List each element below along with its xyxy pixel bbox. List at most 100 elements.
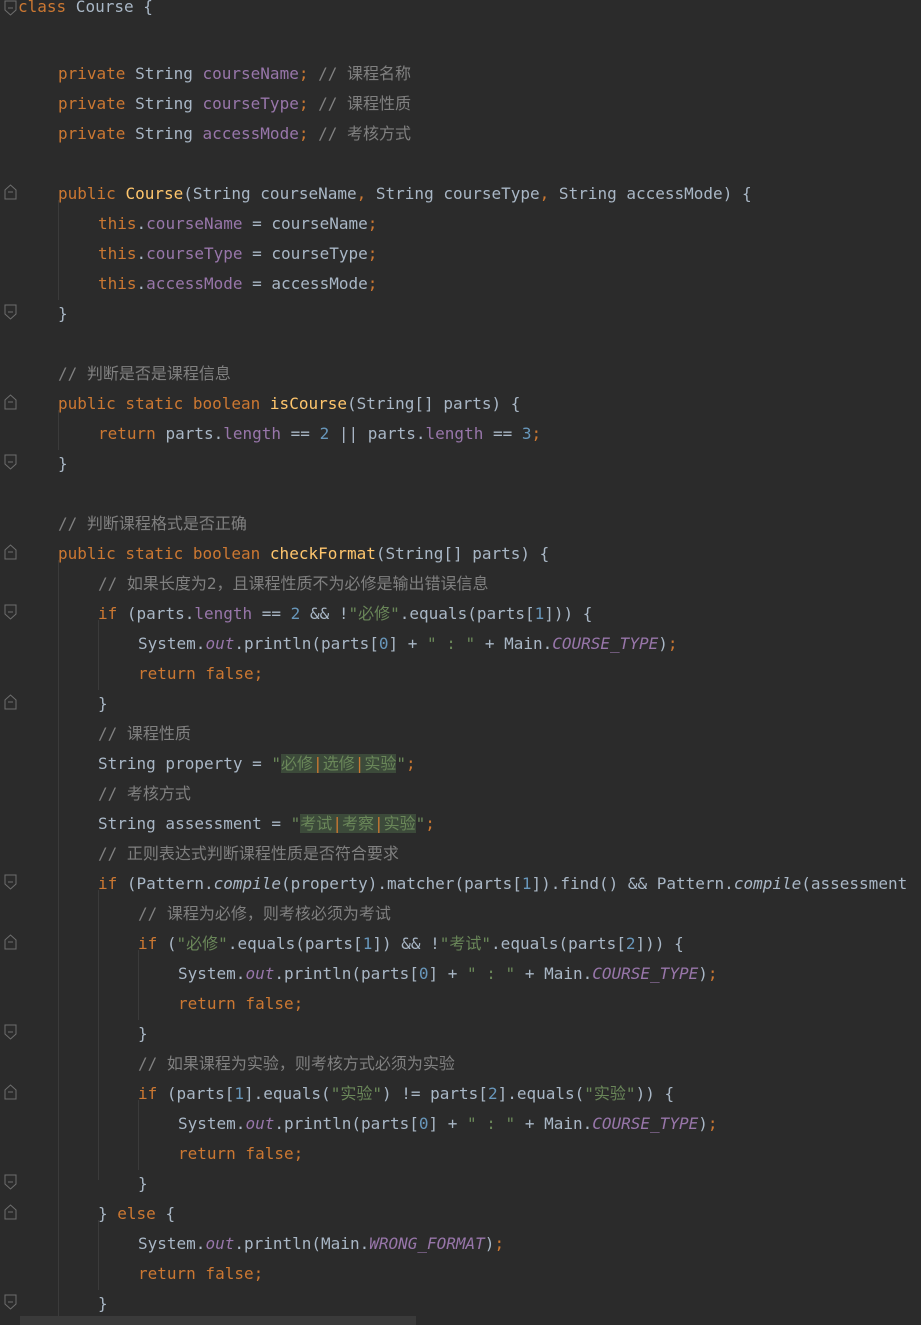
code-token: (Pattern. <box>126 874 214 893</box>
code-line[interactable]: // 如果长度为2，且课程性质不为必修是输出错误信息 <box>98 575 489 605</box>
fold-marker-icon[interactable] <box>4 184 17 200</box>
code-line[interactable]: public Course(String courseName, String … <box>58 185 752 215</box>
fold-marker-icon[interactable] <box>4 1204 17 1220</box>
code-line[interactable]: return false; <box>138 1265 263 1295</box>
code-line[interactable]: return parts.length == 2 || parts.length… <box>98 425 541 455</box>
code-token: 选修 <box>322 754 355 773</box>
indent-guide <box>98 1220 99 1290</box>
code-token: COURSE_TYPE <box>592 964 699 983</box>
code-token: " : " <box>467 964 516 983</box>
code-line[interactable]: System.out.println(parts[0] + " : " + Ma… <box>178 965 718 995</box>
code-line[interactable]: } <box>138 1025 148 1055</box>
code-line[interactable]: // 课程为必修，则考核必须为考试 <box>138 905 391 935</box>
horizontal-scrollbar[interactable] <box>20 1316 416 1325</box>
code-token: { <box>165 1204 176 1223</box>
code-token: return false; <box>138 1264 264 1283</box>
code-line[interactable]: private String courseType; // 课程性质 <box>58 95 411 125</box>
fold-marker-icon[interactable] <box>4 1024 17 1040</box>
code-line[interactable]: public static boolean isCourse(String[] … <box>58 395 520 425</box>
code-token: ; <box>425 814 435 833</box>
code-line[interactable]: // 判断是否是课程信息 <box>58 365 231 395</box>
code-line[interactable]: System.out.println(parts[0] + " : " + Ma… <box>138 635 678 665</box>
code-token: " <box>271 754 282 773</box>
code-token: this <box>98 214 137 233</box>
code-line[interactable]: // 判断课程格式是否正确 <box>58 515 247 545</box>
code-token: public static boolean <box>58 544 270 563</box>
code-token: | <box>313 754 323 773</box>
code-token: 1 <box>534 604 545 623</box>
fold-marker-icon[interactable] <box>4 394 17 410</box>
code-line[interactable]: return false; <box>178 995 303 1025</box>
code-token: System. <box>178 1114 246 1133</box>
code-token: courseName <box>202 64 299 83</box>
code-line[interactable]: class Course { <box>18 0 153 28</box>
code-token: . <box>136 244 147 263</box>
indent-guide <box>58 410 59 450</box>
code-token: "实验" <box>330 1084 382 1103</box>
code-token: private <box>58 64 136 83</box>
code-token: // 课程名称 <box>308 64 412 83</box>
code-line[interactable]: return false; <box>138 665 263 695</box>
code-line[interactable]: if (parts[1].equals("实验") != parts[2].eq… <box>138 1085 674 1115</box>
fold-marker-icon[interactable] <box>4 1084 17 1100</box>
fold-marker-icon[interactable] <box>4 874 17 890</box>
indent-guide <box>58 200 59 300</box>
code-line[interactable]: } else { <box>98 1205 175 1235</box>
code-token: 实验 <box>364 754 397 773</box>
code-line[interactable]: } <box>58 455 68 485</box>
code-line[interactable]: if (parts.length == 2 && !"必修".equals(pa… <box>98 605 592 635</box>
fold-marker-icon[interactable] <box>4 1294 17 1310</box>
fold-marker-icon[interactable] <box>4 0 17 16</box>
code-line[interactable]: public static boolean checkFormat(String… <box>58 545 549 575</box>
code-line[interactable]: } <box>138 1175 148 1205</box>
fold-marker-icon[interactable] <box>4 304 17 320</box>
fold-marker-icon[interactable] <box>4 604 17 620</box>
code-line[interactable]: // 如果课程为实验，则考核方式必须为实验 <box>138 1055 455 1085</box>
code-token: | <box>332 814 342 833</box>
code-token: } <box>98 694 108 713</box>
fold-marker-icon[interactable] <box>4 1174 17 1190</box>
code-token: 2 <box>487 1084 498 1103</box>
code-token: ) <box>658 634 668 653</box>
code-token: " <box>415 814 426 833</box>
code-line[interactable]: String property = "必修|选修|实验"; <box>98 754 416 785</box>
code-token: checkFormat <box>269 544 376 563</box>
code-token: 1 <box>521 874 532 893</box>
code-token: out <box>245 964 275 983</box>
fold-marker-icon[interactable] <box>4 694 17 710</box>
code-line[interactable]: private String accessMode; // 考核方式 <box>58 125 411 155</box>
code-token: System. <box>138 1234 206 1253</box>
code-line[interactable]: // 课程性质 <box>98 725 191 755</box>
code-line[interactable]: return false; <box>178 1145 303 1175</box>
code-token: out <box>245 1114 275 1133</box>
code-token: 必修 <box>281 754 314 773</box>
code-line[interactable]: } <box>58 305 68 335</box>
code-line[interactable]: // 考核方式 <box>98 785 191 815</box>
code-line[interactable]: } <box>98 695 108 725</box>
code-editor[interactable]: class Course { private String courseName;… <box>0 0 921 1325</box>
code-line[interactable]: this.courseName = courseName; <box>98 215 377 245</box>
code-line[interactable]: System.out.println(Main.WRONG_FORMAT); <box>138 1235 504 1265</box>
code-token: ( <box>166 934 177 953</box>
code-token: "考试" <box>439 934 492 953</box>
code-line[interactable]: this.courseType = courseType; <box>98 245 377 275</box>
code-line[interactable]: // 正则表达式判断课程性质是否符合要求 <box>98 845 399 875</box>
code-line[interactable]: if (Pattern.compile(property).matcher(pa… <box>98 875 907 905</box>
code-line[interactable]: String assessment = "考试|考察|实验"; <box>98 814 435 845</box>
code-line[interactable]: this.accessMode = accessMode; <box>98 275 377 305</box>
code-token: accessMode <box>202 124 299 143</box>
code-token: || parts. <box>329 424 426 443</box>
code-line[interactable]: private String courseName; // 课程名称 <box>58 65 411 95</box>
fold-marker-icon[interactable] <box>4 934 17 950</box>
fold-marker-icon[interactable] <box>4 544 17 560</box>
code-token: + Main. <box>515 1114 593 1133</box>
code-token: 1 <box>362 934 373 953</box>
code-token: return <box>98 424 166 443</box>
code-token: , <box>539 184 550 203</box>
code-line[interactable]: if ("必修".equals(parts[1]) && !"考试".equal… <box>138 935 684 965</box>
code-token: 考试 <box>300 814 333 833</box>
code-area[interactable]: class Course { private String courseName;… <box>18 0 921 1325</box>
code-token: this <box>98 274 137 293</box>
code-line[interactable]: System.out.println(parts[0] + " : " + Ma… <box>178 1115 718 1145</box>
fold-marker-icon[interactable] <box>4 454 17 470</box>
